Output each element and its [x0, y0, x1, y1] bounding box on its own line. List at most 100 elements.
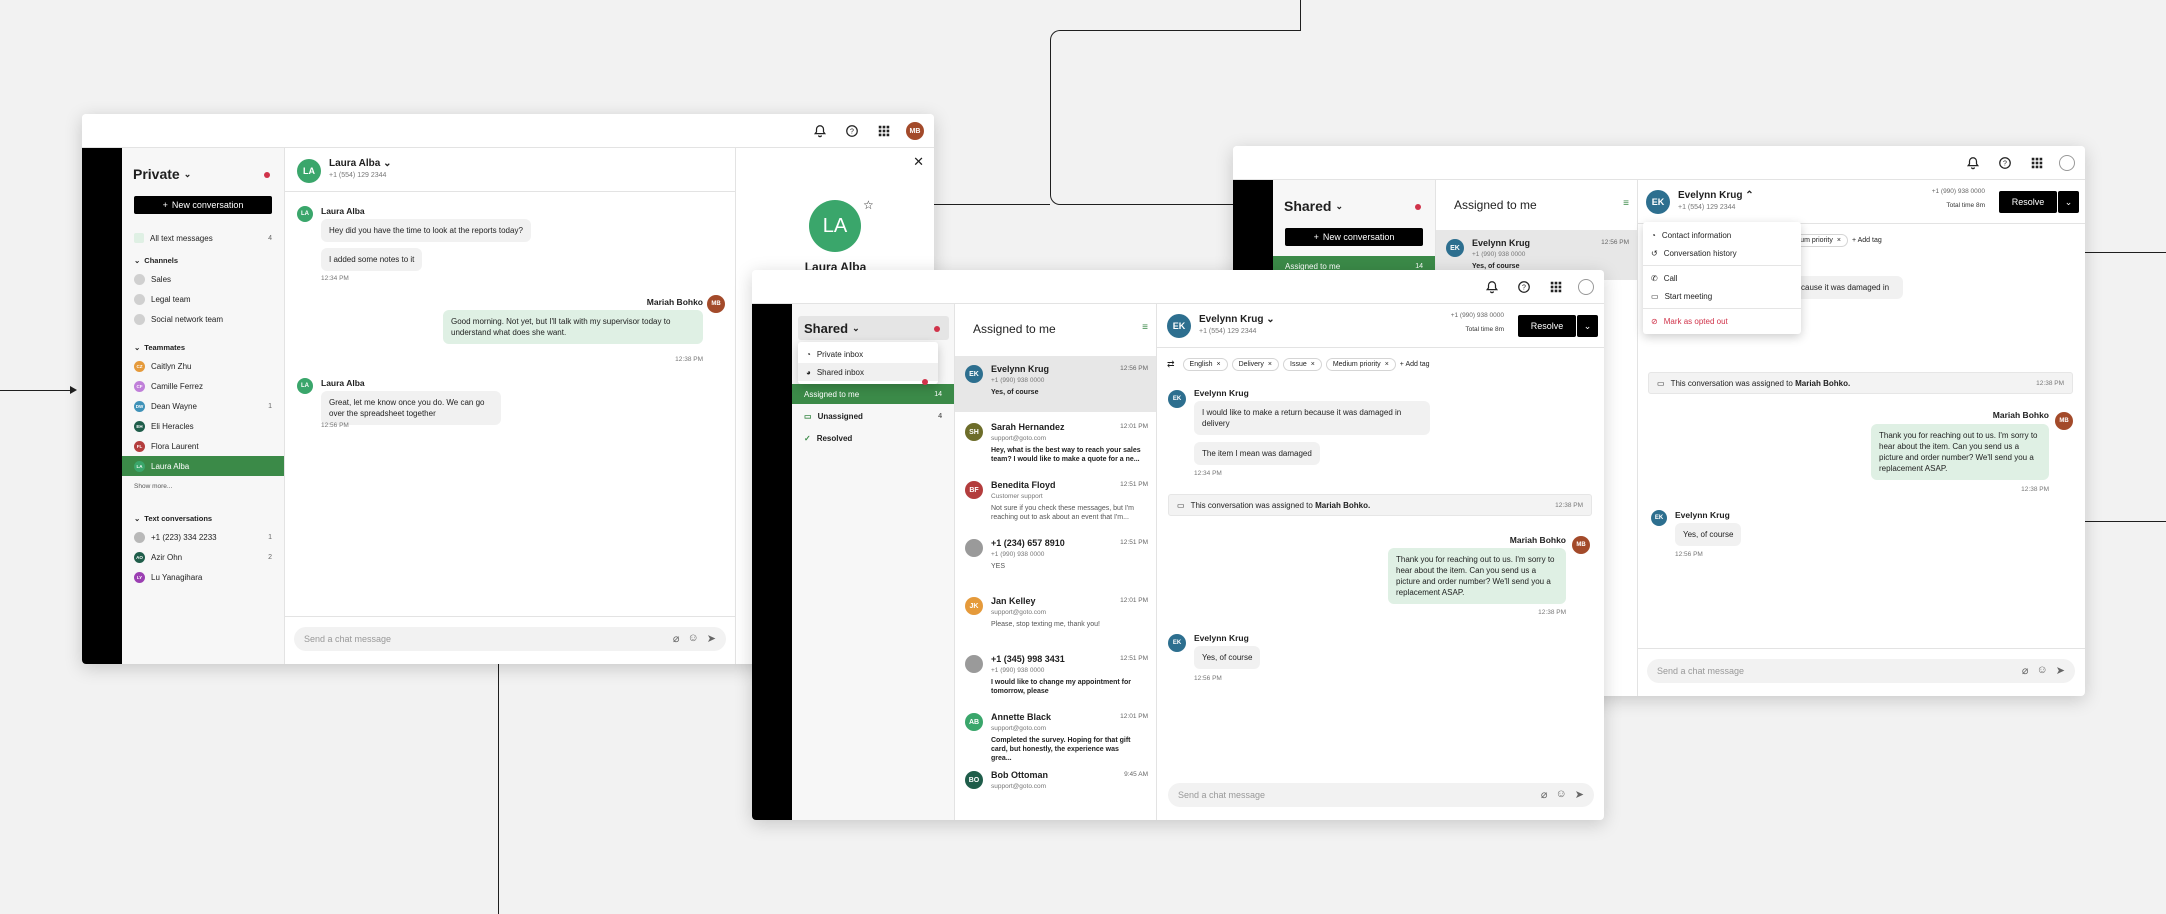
bell-icon[interactable] [1482, 277, 1502, 297]
close-icon[interactable]: × [1837, 237, 1841, 244]
tag[interactable]: Medium priority × [1325, 357, 1396, 371]
sidebar-item-text-conversation[interactable]: +1 (223) 334 2233 1 [122, 527, 284, 547]
inbox-switcher[interactable]: Shared ⌄ [1273, 180, 1435, 214]
message-time: 12:56 PM [321, 422, 349, 429]
tags-row: ⇄ English × Delivery × Issue × Medium priority ×… [1157, 354, 1604, 374]
emoji-icon[interactable]: ☺ [2037, 664, 2048, 677]
close-icon[interactable]: × [1385, 361, 1389, 368]
apps-grid-icon[interactable] [1546, 277, 1566, 297]
tag[interactable]: English × [1182, 357, 1228, 371]
channels-header[interactable]: ⌄ Channels [122, 248, 284, 269]
list-item[interactable]: BF Benedita Floyd 12:51 PM Customer support… [955, 472, 1156, 528]
window-shared: ? Shared ⌄ Assigned to me 14 ▭ Unassigned 4 … [752, 270, 1604, 820]
list-item[interactable]: AB Annette Black 12:01 PM support@goto.com C… [955, 704, 1156, 762]
apps-grid-icon[interactable] [874, 121, 894, 141]
chat-composer[interactable]: Send a chat message ⌀ ☺ ➤ [294, 627, 726, 651]
help-icon[interactable]: ? [1514, 277, 1534, 297]
new-conversation-button[interactable]: + New conversation [1285, 228, 1423, 246]
item-time: 12:01 PM [1120, 713, 1148, 720]
sidebar-item-teammate[interactable]: CF Camille Ferrez [122, 376, 284, 396]
text-conversations-header[interactable]: ⌄ Text conversations [122, 496, 284, 527]
sidebar-item-all-text[interactable]: All text messages 4 [122, 228, 284, 248]
sidebar-item-channel[interactable]: Sales [122, 269, 284, 289]
contact-name[interactable]: Evelynn Krug ⌄ [1199, 314, 1275, 325]
bell-icon[interactable] [1963, 153, 1983, 173]
list-item[interactable]: +1 (345) 998 3431 12:51 PM +1 (990) 938 00… [955, 646, 1156, 702]
app-rail [752, 304, 792, 820]
resolve-button[interactable]: Resolve [1999, 191, 2057, 213]
list-item[interactable]: SH Sarah Hernandez 12:01 PM support@goto.co… [955, 414, 1156, 470]
emoji-icon[interactable]: ☺ [688, 632, 699, 645]
send-icon[interactable]: ➤ [1575, 788, 1584, 801]
attachment-icon[interactable]: ⌀ [673, 632, 680, 645]
sidebar-item-assigned[interactable]: Assigned to me 14 [792, 384, 954, 404]
close-icon[interactable]: × [1311, 361, 1315, 368]
new-conversation-button[interactable]: + New conversation [134, 196, 272, 214]
sidebar-item-teammate[interactable]: DW Dean Wayne 1 [122, 396, 284, 416]
sidebar-item-teammate[interactable]: LA Laura Alba [122, 456, 284, 476]
inbox-switcher[interactable]: Private ⌄ [122, 148, 284, 182]
filter-icon[interactable]: ≡ [1142, 322, 1148, 333]
help-icon[interactable]: ? [842, 121, 862, 141]
list-item[interactable]: EK Evelynn Krug 12:56 PM +1 (990) 938 0000 Y… [955, 356, 1156, 412]
menu-item-meeting[interactable]: ▭ Start meeting [1643, 287, 1801, 305]
send-icon[interactable]: ➤ [707, 632, 716, 645]
star-icon[interactable]: ☆ [863, 198, 874, 212]
contact-name[interactable]: Evelynn Krug ⌃ [1678, 190, 1754, 201]
menu-item-history[interactable]: ↺ Conversation history [1643, 244, 1801, 262]
avatar[interactable]: MB [906, 122, 924, 140]
menu-divider [1643, 265, 1801, 266]
bell-icon[interactable] [810, 121, 830, 141]
tag[interactable]: Issue × [1283, 357, 1322, 371]
item-name: Evelynn Krug [991, 364, 1050, 374]
teammates-header[interactable]: ⌄ Teammates [122, 329, 284, 356]
filter-icon[interactable]: ≡ [1623, 198, 1629, 209]
menu-item-opt-out[interactable]: ⊘ Mark as opted out [1643, 312, 1801, 330]
redirect-icon[interactable]: ⇄ [1167, 359, 1175, 370]
contact-name[interactable]: Laura Alba ⌄ [329, 158, 391, 169]
chat-header: EK Evelynn Krug ⌄ +1 (554) 129 2344 +1 (… [1157, 304, 1604, 348]
chevron-down-icon: ⌄ [852, 322, 860, 333]
user-icon[interactable] [1578, 279, 1594, 295]
user-icon[interactable] [2059, 155, 2075, 171]
resolve-menu-button[interactable]: ⌄ [2058, 191, 2079, 213]
composer-placeholder: Send a chat message [304, 634, 392, 644]
show-more-link[interactable]: Show more... [122, 476, 284, 496]
sidebar-item-text-conversation[interactable]: LY Lu Yanagihara [122, 567, 284, 587]
sidebar-item-channel[interactable]: Social network team [122, 309, 284, 329]
close-icon[interactable]: × [1268, 361, 1272, 368]
menu-item-shared-inbox[interactable]: ◕ Shared inbox [798, 363, 938, 381]
tag[interactable]: Delivery × [1231, 357, 1279, 371]
attachment-icon[interactable]: ⌀ [2022, 664, 2029, 677]
add-tag-button[interactable]: + Add tag [1400, 361, 1430, 368]
sidebar-item-unassigned[interactable]: ▭ Unassigned 4 [792, 406, 954, 426]
send-icon[interactable]: ➤ [2056, 664, 2065, 677]
sidebar-item-teammate[interactable]: EH Eli Heracles [122, 416, 284, 436]
menu-item-private-inbox[interactable]: ◔ Private inbox [798, 345, 938, 363]
menu-item-contact-info[interactable]: ◔ Contact information [1643, 226, 1801, 244]
chevron-down-icon: ⌄ [1583, 320, 1592, 331]
close-icon[interactable]: ✕ [913, 154, 924, 170]
sidebar-item-channel[interactable]: Legal team [122, 289, 284, 309]
close-icon[interactable]: × [1217, 361, 1221, 368]
chat-composer[interactable]: Send a chat message ⌀ ☺ ➤ [1647, 659, 2075, 683]
sidebar-item-resolved[interactable]: ✓ Resolved [792, 428, 954, 448]
sidebar-item-teammate[interactable]: FL Flora Laurent [122, 436, 284, 456]
list-item[interactable]: +1 (234) 657 8910 12:51 PM +1 (990) 938 00… [955, 530, 1156, 586]
apps-grid-icon[interactable] [2027, 153, 2047, 173]
menu-item-call[interactable]: ✆ Call [1643, 269, 1801, 287]
attachment-icon[interactable]: ⌀ [1541, 788, 1548, 801]
top-bar: ? [752, 270, 1604, 304]
inbox-switcher[interactable]: Shared ⌄ [798, 316, 949, 340]
sidebar-item-teammate[interactable]: CZ Caitlyn Zhu [122, 356, 284, 376]
list-item[interactable]: JK Jan Kelley 12:01 PM support@goto.com Plea… [955, 588, 1156, 644]
resolve-menu-button[interactable]: ⌄ [1577, 315, 1598, 337]
sidebar-item-text-conversation[interactable]: AO Azir Ohn 2 [122, 547, 284, 567]
add-tag-button[interactable]: + Add tag [1852, 237, 1882, 244]
help-icon[interactable]: ? [1995, 153, 2015, 173]
chat-composer[interactable]: Send a chat message ⌀ ☺ ➤ [1168, 783, 1594, 807]
resolve-button[interactable]: Resolve [1518, 315, 1576, 337]
list-item[interactable]: BO Bob Ottoman 9:45 AM support@goto.com [955, 762, 1156, 818]
emoji-icon[interactable]: ☺ [1556, 788, 1567, 801]
avatar: SH [965, 423, 983, 441]
